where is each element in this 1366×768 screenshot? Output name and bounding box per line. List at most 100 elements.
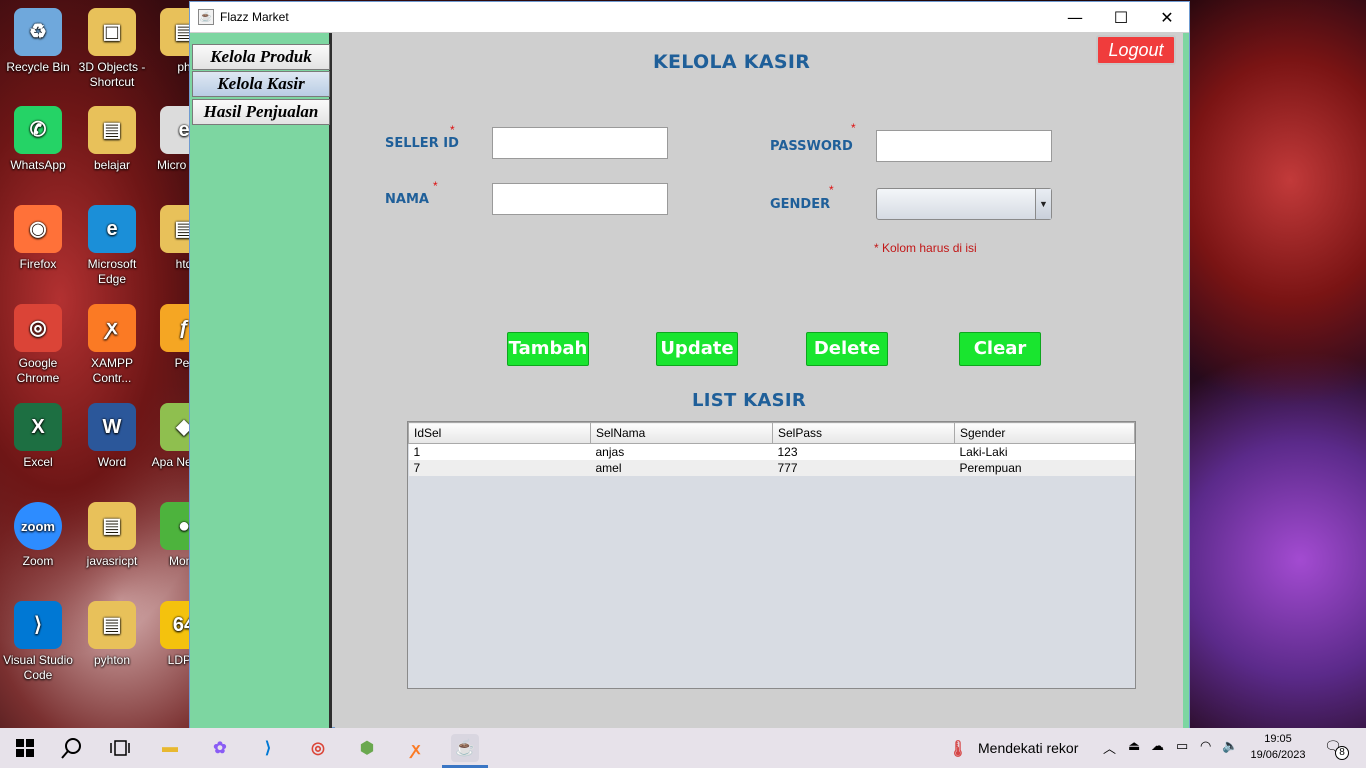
desktop-icon[interactable]: ♻ Recycle Bin — [0, 8, 76, 75]
desktop-icon[interactable]: ▤ pyhton — [74, 601, 150, 668]
table-cell: 777 — [772, 459, 955, 476]
column-header-selnama[interactable]: SelNama — [590, 422, 773, 444]
required-mark: * — [851, 121, 856, 135]
column-header-sgender[interactable]: Sgender — [954, 422, 1135, 444]
table-row[interactable]: 7 amel 777 Perempuan — [408, 459, 1135, 476]
whatsapp-icon: ✆ — [14, 106, 62, 154]
main-panel: KELOLA KASIR Logout SELLER ID * NAMA * P… — [335, 33, 1185, 728]
column-header-idsel[interactable]: IdSel — [408, 422, 591, 444]
task-view-icon[interactable] — [106, 734, 134, 762]
kasir-table: IdSel SelNama SelPass Sgender 1 anjas 12… — [408, 422, 1135, 476]
battery-icon[interactable]: ▭ — [1176, 738, 1188, 754]
desktop-icon-label: WhatsApp — [10, 158, 66, 172]
wifi-icon[interactable]: ◠ — [1200, 738, 1211, 754]
desktop-icon-label: javasricpt — [86, 554, 138, 568]
desktop-icon[interactable]: W Word — [74, 403, 150, 470]
sidebar-item-kelola-produk[interactable]: Kelola Produk — [192, 44, 330, 70]
password-input[interactable] — [876, 130, 1052, 162]
search-icon[interactable] — [58, 734, 86, 762]
chevron-down-icon[interactable]: ▼ — [1035, 189, 1051, 219]
desktop-icon[interactable]: ⟩ Visual Studio Code — [0, 601, 76, 683]
desktop-icon-label: Microsoft Edge — [87, 257, 137, 286]
page-title: KELOLA KASIR — [653, 51, 811, 73]
vscode-icon[interactable]: ⟩ — [254, 734, 282, 762]
java-icon[interactable]: ☕ — [451, 734, 479, 762]
required-mark: * — [829, 183, 834, 197]
desktop-icon[interactable]: ▤ javasricpt — [74, 502, 150, 569]
seller-id-input[interactable] — [492, 127, 668, 159]
desktop-icon-label: Zoom — [22, 554, 54, 568]
clock-time: 19:05 — [1264, 733, 1292, 745]
seller-id-label: SELLER ID — [385, 136, 459, 151]
start-icon[interactable] — [11, 734, 39, 762]
desktop-icon[interactable]: ▣ 3D Objects - Shortcut — [74, 8, 150, 90]
required-mark: * — [433, 179, 438, 193]
desktop-icon[interactable]: X Excel — [0, 403, 76, 470]
logout-button[interactable]: Logout — [1096, 35, 1176, 65]
maximize-button[interactable]: ☐ — [1098, 2, 1144, 32]
column-header-selpass[interactable]: SelPass — [772, 422, 955, 444]
desktop-icon-label: Word — [97, 455, 127, 469]
kasir-table-container[interactable]: IdSel SelNama SelPass Sgender 1 anjas 12… — [407, 421, 1136, 689]
desktop-icon[interactable]: ✆ WhatsApp — [0, 106, 76, 173]
sidebar-item-hasil-penjualan[interactable]: Hasil Penjualan — [192, 99, 330, 125]
table-cell: amel — [590, 459, 773, 476]
cloud-icon[interactable]: ☁ — [1151, 738, 1164, 754]
chrome-icon: ◎ — [14, 304, 62, 352]
desktop-icon-label: 3D Objects - Shortcut — [78, 60, 146, 89]
desktop-icon[interactable]: ꭗ XAMPP Contr... — [74, 304, 150, 386]
desktop-icon[interactable]: ◉ Firefox — [0, 205, 76, 272]
recycle-bin-icon: ♻ — [14, 8, 62, 56]
app-window: ☕ Flazz Market — ☐ ✕ Kelola Produk Kelol… — [189, 1, 1190, 728]
tray-device-icon[interactable]: ⏏ — [1128, 738, 1140, 754]
chrome-icon[interactable]: ◎ — [304, 734, 332, 762]
folder-3d-icon: ▣ — [88, 8, 136, 56]
window-titlebar[interactable]: ☕ Flazz Market — ☐ ✕ — [190, 2, 1189, 32]
nama-input[interactable] — [492, 183, 668, 215]
file-explorer-icon[interactable]: ▬ — [156, 734, 184, 762]
table-cell: Laki-Laki — [954, 443, 1135, 460]
gender-select[interactable]: ▼ — [876, 188, 1052, 220]
app-cube-icon[interactable]: ⬢ — [353, 734, 381, 762]
table-cell: anjas — [590, 443, 773, 460]
clock-date: 19/06/2023 — [1250, 749, 1306, 761]
xampp-icon[interactable]: ꭗ — [402, 734, 430, 762]
desktop-icon[interactable]: e Microsoft Edge — [74, 205, 150, 287]
tambah-button[interactable]: Tambah — [507, 332, 589, 366]
folder-icon: ▤ — [88, 601, 136, 649]
taskbar-clock[interactable]: 19:05 19/06/2023 — [1246, 731, 1310, 763]
firefox-icon: ◉ — [14, 205, 62, 253]
desktop-icon[interactable]: ◎ Google Chrome — [0, 304, 76, 386]
list-kasir-heading: LIST KASIR — [692, 390, 807, 411]
clear-button[interactable]: Clear — [959, 332, 1041, 366]
table-cell: 7 — [408, 459, 591, 476]
sidebar-item-kelola-kasir[interactable]: Kelola Kasir — [192, 71, 330, 97]
folder-icon: ▤ — [88, 502, 136, 550]
folder-icon: ▤ — [88, 106, 136, 154]
table-row[interactable]: 1 anjas 123 Laki-Laki — [408, 443, 1135, 460]
word-icon: W — [88, 403, 136, 451]
required-mark: * — [450, 123, 455, 137]
table-cell: 1 — [408, 443, 591, 460]
weather-text[interactable]: Mendekati rekor — [978, 740, 1078, 756]
table-header-row: IdSel SelNama SelPass Sgender — [408, 422, 1135, 444]
copilot-icon[interactable]: ✿ — [206, 734, 234, 762]
desktop-icon[interactable]: zoom Zoom — [0, 502, 76, 569]
password-label: PASSWORD — [770, 139, 853, 154]
volume-icon[interactable]: 🔈 — [1222, 738, 1238, 754]
delete-button[interactable]: Delete — [806, 332, 888, 366]
taskbar: ▬ ✿ ⟩ ◎ ⬢ ꭗ ☕ 🌡 Mendekati rekor ︿ ⏏ ☁ ▭ … — [0, 728, 1366, 768]
zoom-icon: zoom — [14, 502, 62, 550]
desktop-icon[interactable]: ▤ belajar — [74, 106, 150, 173]
thermometer-icon[interactable]: 🌡 — [944, 735, 972, 763]
desktop-icon-label: XAMPP Contr... — [90, 356, 133, 385]
table-cell: 123 — [772, 443, 955, 460]
minimize-button[interactable]: — — [1052, 2, 1098, 32]
window-right-strip — [1183, 33, 1189, 728]
update-button[interactable]: Update — [656, 332, 738, 366]
close-button[interactable]: ✕ — [1144, 2, 1190, 32]
vscode-icon: ⟩ — [14, 601, 62, 649]
chevron-up-icon[interactable]: ︿ — [1103, 738, 1116, 757]
nama-label: NAMA — [385, 192, 429, 207]
gender-label: GENDER — [770, 197, 831, 212]
